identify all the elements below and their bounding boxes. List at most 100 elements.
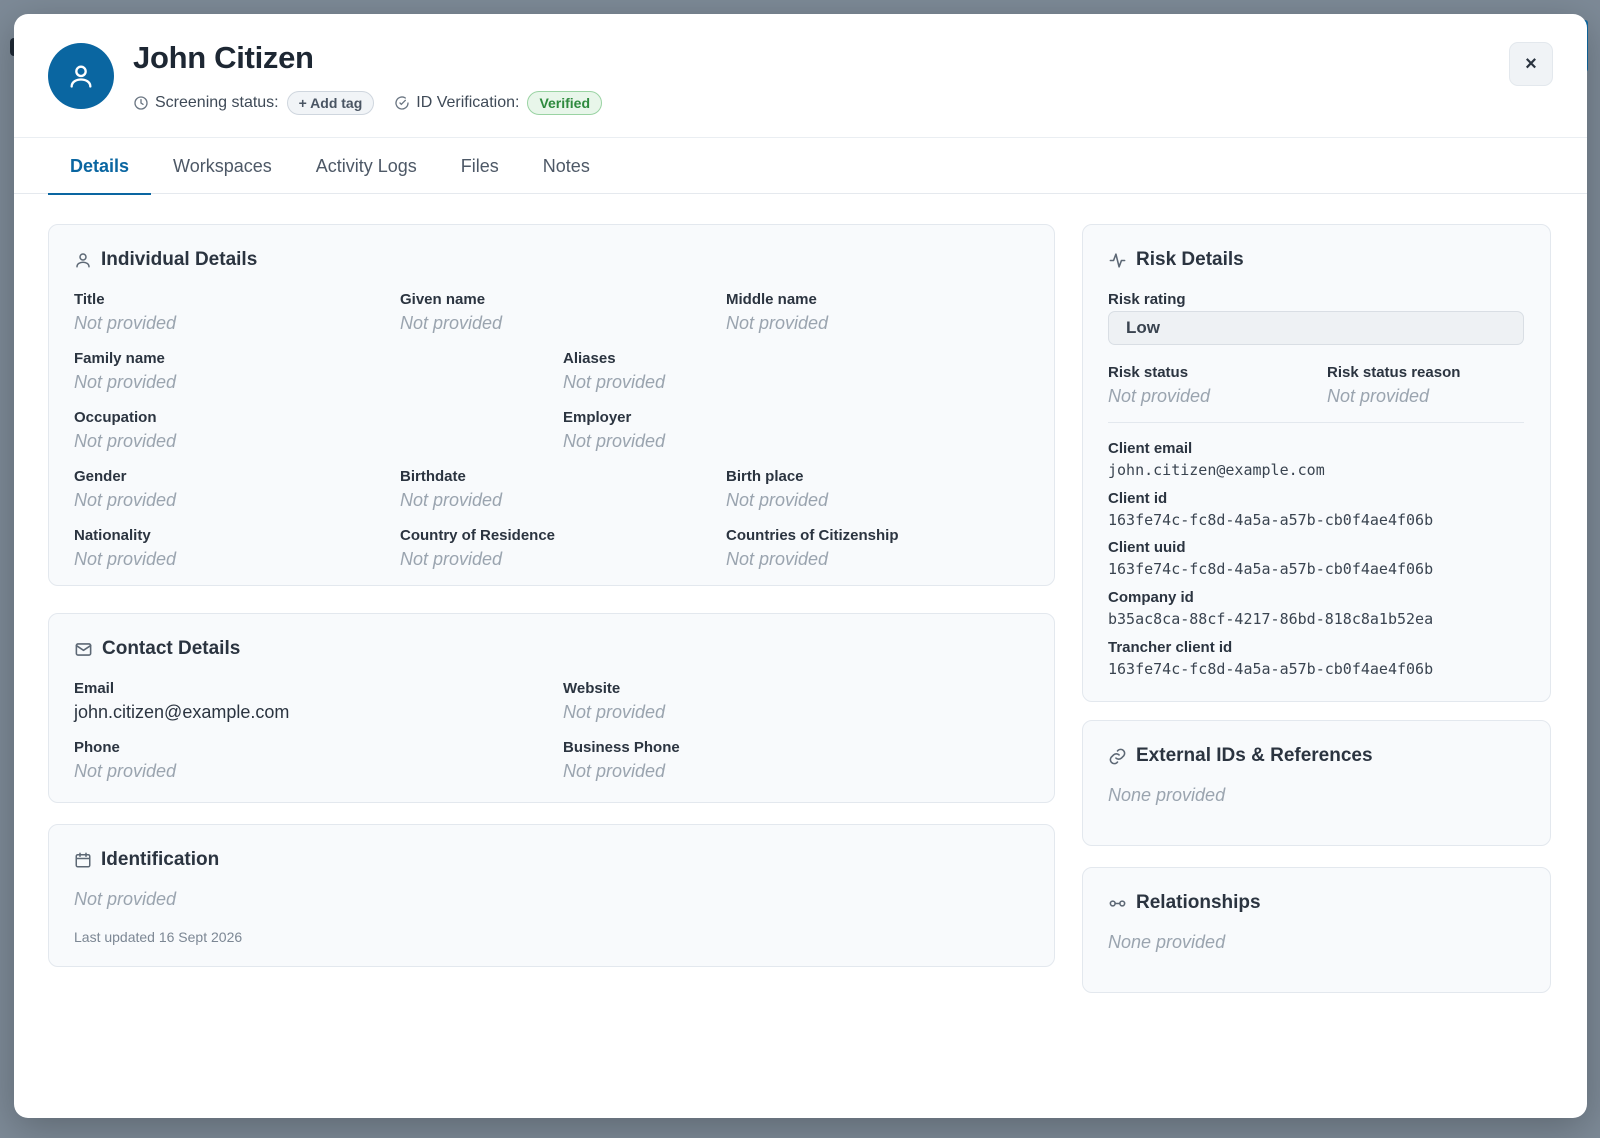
- field-phone: Phone Not provided: [74, 739, 176, 783]
- field-label: Gender: [74, 468, 127, 485]
- field-trancher-client-id: Trancher client id 163fe74c-fc8d-4a5a-a5…: [1108, 639, 1433, 679]
- card-title-text: Risk Details: [1136, 249, 1244, 270]
- card-title-text: Individual Details: [101, 249, 258, 270]
- clock-icon: [133, 95, 149, 111]
- field-label: Employer: [563, 409, 632, 426]
- field-label: Website: [563, 680, 621, 697]
- field-label: Phone: [74, 739, 120, 756]
- field-value: 163fe74c-fc8d-4a5a-a57b-cb0f4ae4f06b: [1108, 560, 1434, 578]
- contact-details-title: Contact Details: [74, 638, 240, 660]
- field-label: Birthdate: [400, 468, 466, 485]
- check-circle-icon: [394, 95, 410, 111]
- field-value: Not provided: [726, 549, 829, 569]
- field-birth-place: Birth place Not provided: [726, 468, 828, 512]
- close-icon: ×: [1525, 52, 1537, 75]
- field-label: Risk status reason: [1327, 364, 1461, 381]
- field-client-email: Client email john.citizen@example.com: [1108, 440, 1325, 480]
- modal-header: John Citizen Screening status: + Add tag…: [14, 14, 1587, 138]
- field-value: 163fe74c-fc8d-4a5a-a57b-cb0f4ae4f06b: [1108, 660, 1434, 678]
- identification-title: Identification: [74, 849, 219, 871]
- field-label: Trancher client id: [1108, 639, 1233, 656]
- field-value: Not provided: [74, 549, 177, 569]
- close-button[interactable]: ×: [1509, 42, 1553, 86]
- field-value: b35ac8ca-88cf-4217-86bd-818c8a1b52ea: [1108, 610, 1434, 628]
- field-value: Not provided: [726, 490, 829, 510]
- external-ids-card: External IDs & References None provided: [1082, 720, 1551, 846]
- external-ids-title: External IDs & References: [1108, 745, 1373, 767]
- field-risk-status: Risk status Not provided: [1108, 364, 1210, 408]
- tab-workspaces[interactable]: Workspaces: [151, 138, 294, 194]
- page-title: John Citizen: [133, 40, 314, 75]
- field-value: Not provided: [563, 372, 666, 392]
- field-employer: Employer Not provided: [563, 409, 665, 453]
- field-value: Not provided: [74, 431, 177, 451]
- status-row: Screening status: + Add tag ID Verificat…: [133, 90, 603, 116]
- tab-activity-logs[interactable]: Activity Logs: [294, 138, 439, 194]
- risk-details-card: Risk Details Risk rating Low Risk status…: [1082, 224, 1551, 702]
- add-tag-button[interactable]: + Add tag: [286, 91, 375, 115]
- field-label: Risk status: [1108, 364, 1189, 381]
- tab-files[interactable]: Files: [439, 138, 521, 194]
- field-label: Risk rating: [1108, 291, 1186, 308]
- field-family-name: Family name Not provided: [74, 350, 176, 394]
- field-label: Aliases: [563, 350, 616, 367]
- id-verification-label: ID Verification:: [416, 94, 520, 111]
- field-label: Title: [74, 291, 105, 308]
- field-value: Not provided: [74, 313, 177, 333]
- field-value: Not provided: [1327, 386, 1430, 406]
- field-business-phone: Business Phone Not provided: [563, 739, 680, 783]
- risk-rating-field: Risk rating: [1108, 291, 1186, 309]
- field-label: Nationality: [74, 527, 151, 544]
- relationships-title: Relationships: [1108, 892, 1261, 914]
- field-label: Given name: [400, 291, 486, 308]
- field-label: Client email: [1108, 440, 1193, 457]
- calendar-icon: [74, 851, 92, 869]
- field-value: Not provided: [400, 490, 503, 510]
- card-title-text: Identification: [101, 849, 220, 870]
- field-company-id: Company id b35ac8ca-88cf-4217-86bd-818c8…: [1108, 589, 1433, 629]
- field-occupation: Occupation Not provided: [74, 409, 176, 453]
- risk-details-title: Risk Details: [1108, 249, 1244, 271]
- field-given-name: Given name Not provided: [400, 291, 502, 335]
- relationships-value: None provided: [1108, 932, 1226, 952]
- field-nationality: Nationality Not provided: [74, 527, 176, 571]
- field-country-of-residence: Country of Residence Not provided: [400, 527, 555, 571]
- verified-badge: Verified: [527, 91, 603, 115]
- avatar: [48, 43, 114, 109]
- field-value: Not provided: [74, 372, 177, 392]
- field-aliases: Aliases Not provided: [563, 350, 665, 394]
- field-value: Not provided: [563, 431, 666, 451]
- field-label: Business Phone: [563, 739, 680, 756]
- risk-rating-select[interactable]: Low: [1108, 311, 1524, 345]
- external-ids-value: None provided: [1108, 785, 1226, 805]
- field-value: Not provided: [74, 761, 177, 781]
- divider: [1108, 422, 1524, 423]
- field-middle-name: Middle name Not provided: [726, 291, 828, 335]
- field-risk-status-reason: Risk status reason Not provided: [1327, 364, 1460, 408]
- field-value: john.citizen@example.com: [1108, 461, 1325, 479]
- field-website: Website Not provided: [563, 680, 665, 724]
- field-label: Country of Residence: [400, 527, 556, 544]
- tab-bar: Details Workspaces Activity Logs Files N…: [14, 138, 1587, 195]
- field-value: Not provided: [563, 761, 666, 781]
- field-email: Email john.citizen@example.com: [74, 680, 289, 724]
- tab-details[interactable]: Details: [48, 138, 152, 195]
- user-icon: [70, 65, 92, 88]
- field-label: Company id: [1108, 589, 1194, 606]
- field-label: Occupation: [74, 409, 157, 426]
- field-value: Not provided: [1108, 386, 1211, 406]
- field-value: john.citizen@example.com: [74, 702, 290, 722]
- field-birthdate: Birthdate Not provided: [400, 468, 502, 512]
- tab-notes[interactable]: Notes: [521, 138, 612, 194]
- link-icon: [1108, 747, 1127, 766]
- identification-card: Identification Not provided Last updated…: [48, 824, 1055, 967]
- field-label: Client uuid: [1108, 539, 1186, 556]
- field-value: Not provided: [400, 313, 503, 333]
- field-client-id: Client id 163fe74c-fc8d-4a5a-a57b-cb0f4a…: [1108, 490, 1433, 530]
- identification-value: Not provided: [74, 889, 177, 909]
- field-value: Not provided: [563, 702, 666, 722]
- individual-details-card: Individual Details Title Not provided Gi…: [48, 224, 1055, 586]
- field-value: Not provided: [74, 490, 177, 510]
- user-icon: [74, 251, 92, 269]
- individual-details-title: Individual Details: [74, 249, 257, 271]
